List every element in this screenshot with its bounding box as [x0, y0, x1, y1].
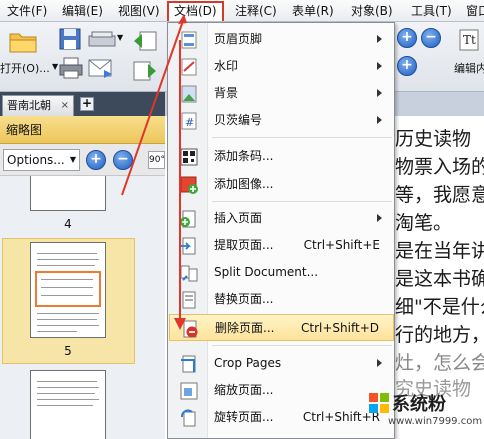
annotation-arrow-to-menu [121, 17, 185, 196]
windows-logo-icon [369, 393, 389, 413]
watermark-url: www.win7999.com [388, 416, 483, 427]
watermark-brand: 系统粉 [392, 394, 446, 415]
annotation-arrows [121, 14, 187, 330]
site-watermark: 系统粉 www.win7999.com [368, 390, 484, 430]
arrowhead-icon [178, 14, 187, 24]
arrowhead-icon [174, 318, 186, 330]
